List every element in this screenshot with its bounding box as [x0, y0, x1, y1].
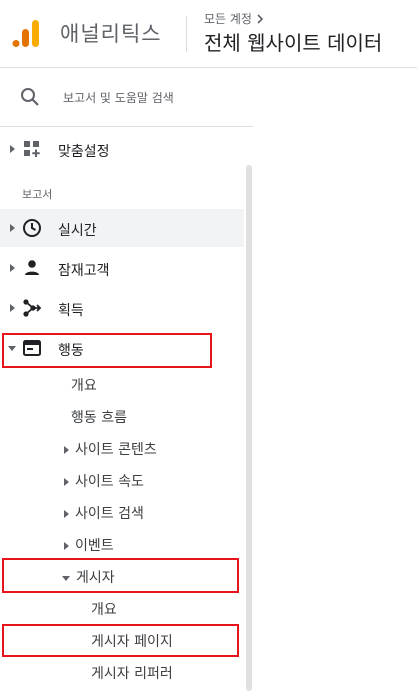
highlight-box-publisher: [2, 558, 239, 593]
clock-icon: [23, 219, 41, 237]
header-divider: [186, 16, 187, 52]
caret-right-icon: [64, 510, 69, 518]
nav-label-customization: 맞춤설정: [58, 144, 110, 160]
person-icon: [25, 260, 39, 275]
account-breadcrumb[interactable]: 모든 계정: [204, 10, 264, 27]
caret-down-icon: [62, 575, 70, 581]
nav-subitem-label: 사이트 검색: [75, 506, 144, 522]
nav-label-audience: 잠재고객: [58, 263, 110, 279]
nav-subitem-behavior-overview[interactable]: 개요: [71, 375, 97, 395]
nav-item-acquisition[interactable]: 획득: [0, 289, 244, 327]
account-crumb-label: 모든 계정: [204, 12, 252, 26]
reports-section-label: 보고서: [22, 188, 53, 201]
nav-subitem-site-speed[interactable]: 사이트 속도: [64, 471, 144, 491]
chevron-right-icon: [257, 13, 264, 24]
caret-right-icon: [64, 542, 69, 550]
caret-right-icon: [64, 446, 69, 454]
nav-item-customization[interactable]: 맞춤설정: [0, 130, 244, 168]
nav-subitem-publisher-overview[interactable]: 개요: [91, 599, 117, 619]
search-icon: [21, 88, 39, 106]
nav-label-realtime: 실시간: [58, 223, 97, 239]
nav-subitem-publisher-referrers[interactable]: 게시자 리퍼러: [91, 663, 173, 683]
app-name: 애널리틱스: [60, 22, 162, 46]
caret-right-icon: [10, 145, 15, 153]
nav-item-audience[interactable]: 잠재고객: [0, 249, 244, 287]
nav-label-acquisition: 획득: [58, 303, 84, 319]
nav-item-behavior[interactable]: 행동: [0, 329, 244, 367]
nav-subitem-site-search[interactable]: 사이트 검색: [64, 503, 144, 523]
report-search[interactable]: 보고서 및 도움말 검색: [0, 69, 253, 127]
behavior-icon: [23, 340, 41, 356]
caret-right-icon: [10, 224, 15, 232]
nav-label-behavior: 행동: [58, 343, 84, 359]
caret-right-icon: [64, 478, 69, 486]
dashboard-icon: [24, 141, 40, 157]
caret-right-icon: [10, 304, 15, 312]
nav-item-realtime[interactable]: 실시간: [0, 209, 244, 247]
nav-subitem-label: 이벤트: [75, 538, 114, 554]
nav-subitem-events[interactable]: 이벤트: [64, 535, 114, 555]
sidebar-scrollbar[interactable]: [246, 165, 252, 691]
search-placeholder: 보고서 및 도움말 검색: [63, 91, 174, 105]
nav-subitem-behavior-flow[interactable]: 행동 흐름: [71, 407, 127, 427]
caret-down-icon: [8, 346, 16, 351]
analytics-logo-icon[interactable]: [12, 18, 40, 48]
nav-subitem-publisher-pages[interactable]: 게시자 페이지: [91, 631, 173, 651]
caret-right-icon: [10, 264, 15, 272]
view-selector-title[interactable]: 전체 웹사이트 데이터: [204, 27, 382, 56]
nav-subitem-label: 게시자: [76, 570, 115, 586]
nav-subitem-site-content[interactable]: 사이트 콘텐츠: [64, 439, 157, 459]
nav-subitem-label: 사이트 콘텐츠: [75, 442, 157, 458]
app-header: 애널리틱스 모든 계정 전체 웹사이트 데이터: [0, 0, 417, 68]
acquisition-icon: [23, 299, 42, 317]
nav-subitem-publisher[interactable]: 게시자: [62, 567, 115, 587]
nav-subitem-label: 사이트 속도: [75, 474, 144, 490]
